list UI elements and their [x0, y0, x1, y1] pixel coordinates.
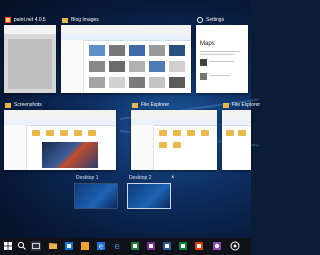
text-line: [200, 54, 234, 55]
folder-icon: [88, 130, 96, 136]
folder-icon: [173, 130, 181, 136]
text-line: [200, 51, 240, 52]
ribbon: [222, 119, 251, 126]
window-thumbnail-screenshots[interactable]: Screenshots: [4, 102, 116, 170]
navigation-pane: [131, 125, 154, 170]
settings-icon[interactable]: [194, 241, 204, 251]
window-title-bar: Blog Images: [61, 15, 191, 25]
image-thumbnail: [129, 45, 145, 56]
desktop-2-label: Desktop 2: [129, 175, 152, 181]
close-icon[interactable]: ×: [171, 175, 175, 181]
navigation-pane: [61, 40, 84, 93]
image-thumbnail: [109, 77, 125, 88]
search-icon[interactable]: [17, 241, 27, 251]
paintnet-icon: [5, 17, 11, 23]
folder-icon: [159, 142, 167, 148]
image-thumbnail: [129, 61, 145, 72]
window-thumbnail-file-explorer-2[interactable]: File Explorer: [222, 102, 260, 170]
image-thumbnail: [149, 61, 165, 72]
image-thumbnail: [169, 77, 185, 88]
text-line: [210, 75, 230, 76]
folder-icon: [132, 103, 138, 108]
navigation-pane: [4, 125, 27, 170]
settings-icon[interactable]: [178, 241, 188, 251]
image-thumbnail: [109, 45, 125, 56]
window-title-text: File Explorer: [232, 102, 261, 108]
svg-text:e: e: [114, 242, 120, 251]
image-thumbnail: [169, 61, 185, 72]
folder-icon[interactable]: [80, 241, 90, 251]
image-thumbnail: [89, 45, 105, 56]
folder-icon: [223, 103, 229, 108]
svg-text:e: e: [99, 243, 103, 251]
file-explorer-icon[interactable]: [48, 241, 58, 251]
window-toolbar: [196, 25, 248, 34]
window-thumbnail-blog-images[interactable]: Blog Images: [61, 17, 191, 93]
desktop-1-thumbnail[interactable]: [74, 183, 118, 209]
image-thumbnail: [89, 61, 105, 72]
word-icon[interactable]: [162, 241, 172, 251]
folder-icon: [5, 103, 11, 108]
window-thumbnail-settings[interactable]: Settings Maps: [196, 17, 248, 93]
image-thumbnail: [129, 77, 145, 88]
window-title-bar: File Explorer: [222, 100, 261, 110]
image-thumbnail: [89, 77, 105, 88]
media-icon[interactable]: [212, 241, 222, 251]
folder-icon: [74, 130, 82, 136]
image-thumbnail: [149, 45, 165, 56]
window-thumbnail-paintnet[interactable]: paint.net 4.0.5: [4, 17, 56, 93]
folder-icon: [201, 130, 209, 136]
desktop-2-thumbnail[interactable]: [127, 183, 171, 209]
folder-icon: [238, 130, 246, 136]
image-preview: [42, 142, 98, 168]
canvas-area: [8, 39, 52, 89]
taskbar: e e: [0, 238, 251, 255]
image-thumbnail: [169, 45, 185, 56]
excel-icon[interactable]: [130, 241, 140, 251]
edge-icon[interactable]: e: [96, 241, 106, 251]
window-title-text: Blog Images: [71, 17, 99, 23]
image-thumbnail: [149, 77, 165, 88]
window-title-bar: paint.net 4.0.5: [4, 15, 56, 25]
desktop-1-label: Desktop 1: [76, 175, 99, 181]
folder-icon: [60, 130, 68, 136]
media-icon[interactable]: [230, 241, 240, 251]
folder-icon: [226, 130, 234, 136]
image-thumbnail: [109, 61, 125, 72]
window-title-bar: Screenshots: [4, 100, 116, 110]
folder-icon: [187, 130, 195, 136]
storage-icon: [200, 73, 207, 80]
store-icon[interactable]: [64, 241, 74, 251]
window-toolbar: [4, 25, 56, 35]
window-title-text: Screenshots: [14, 102, 42, 108]
folder-icon: [46, 130, 54, 136]
folder-icon: [159, 130, 167, 136]
task-view-icon[interactable]: [31, 241, 41, 251]
window-title-text: File Explorer: [141, 102, 170, 108]
map-icon: [200, 59, 207, 66]
gear-icon: [197, 17, 203, 23]
folder-icon: [32, 130, 40, 136]
window-title-bar: Settings: [196, 15, 248, 25]
onenote-icon[interactable]: [146, 241, 156, 251]
text-line: [210, 61, 234, 62]
folder-icon: [62, 18, 68, 23]
window-thumbnail-file-explorer[interactable]: File Explorer: [131, 102, 217, 170]
windows-logo-icon[interactable]: [3, 241, 13, 251]
edge-icon[interactable]: e: [112, 241, 122, 251]
window-title-text: Settings: [206, 17, 225, 23]
folder-icon: [173, 142, 181, 148]
window-title-text: paint.net 4.0.5: [14, 17, 46, 23]
window-title-bar: File Explorer: [131, 100, 217, 110]
settings-heading: Maps: [200, 41, 215, 47]
